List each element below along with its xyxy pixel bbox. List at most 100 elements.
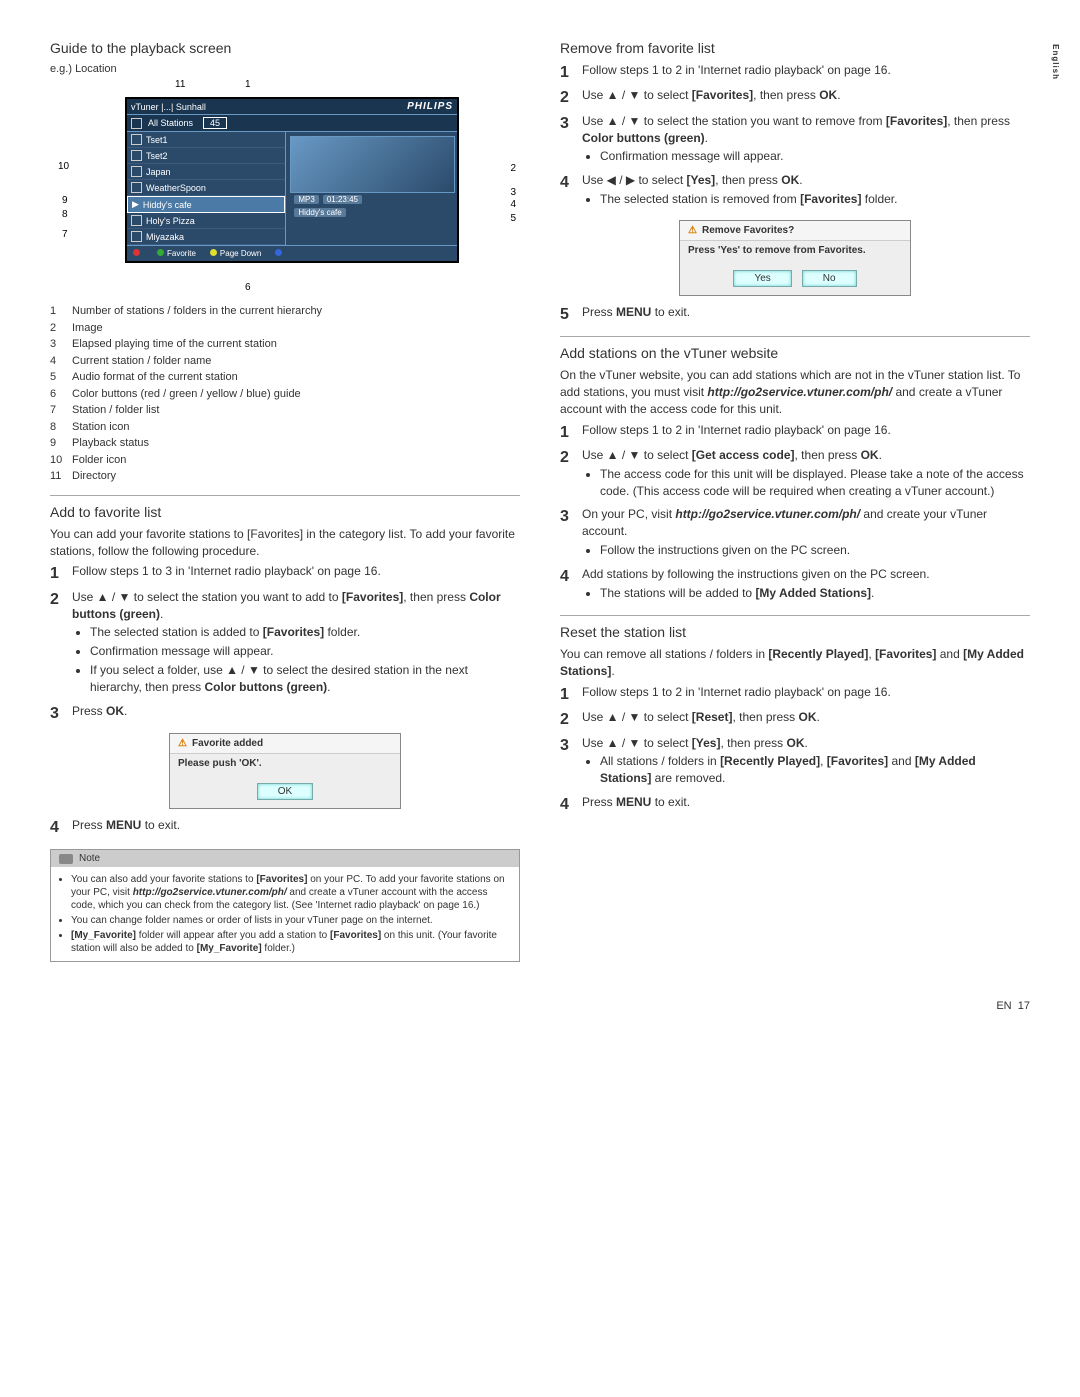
dialog-body: Press 'Yes' to remove from Favorites. [680, 241, 910, 264]
yes-button[interactable]: Yes [733, 270, 791, 287]
heading-remove: Remove from favorite list [560, 40, 1030, 56]
step-body: Use ◀ / ▶ to select [Yes], then press OK… [582, 172, 1030, 212]
note-icon [59, 854, 73, 864]
note-box: Note You can also add your favorite stat… [50, 849, 520, 962]
legend-row: 7Station / folder list [50, 402, 520, 419]
color-btn-blue [275, 249, 285, 258]
legend-row: 9Playback status [50, 435, 520, 452]
right-column: Remove from favorite list 1Follow steps … [560, 40, 1030, 972]
heading-guide: Guide to the playback screen [50, 40, 520, 56]
legend-row: 4Current station / folder name [50, 353, 520, 370]
dialog-body: Please push 'OK'. [170, 754, 400, 777]
left-column: Guide to the playback screen e.g.) Locat… [50, 40, 520, 972]
note-item: [My_Favorite] folder will appear after y… [71, 929, 511, 955]
step-number: 2 [560, 447, 582, 503]
list-item: Hiddy's cafe [143, 200, 192, 210]
step-body: Use ▲ / ▼ to select the station you want… [72, 589, 520, 700]
color-btn-yellow: Page Down [210, 249, 261, 258]
callout-3: 3 [510, 187, 516, 198]
list-item: Holy's Pizza [146, 216, 195, 226]
step-number: 3 [560, 113, 582, 169]
play-icon: ▶ [132, 199, 139, 210]
step-number: 3 [560, 735, 582, 791]
step-number: 3 [560, 506, 582, 562]
list-item: Miyazaka [146, 232, 184, 242]
step-body: Use ▲ / ▼ to select [Reset], then press … [582, 709, 1030, 731]
legend-row: 8Station icon [50, 419, 520, 436]
page-footer: EN 17 [996, 1000, 1030, 1012]
screen-callout-wrapper: 11 1 2 3 4 5 6 7 8 9 10 vTuner |...| Sun… [50, 81, 520, 295]
station-image [290, 136, 455, 193]
ok-button[interactable]: OK [257, 783, 313, 800]
callout-10: 10 [58, 161, 69, 172]
callout-2: 2 [510, 163, 516, 174]
folder-icon [131, 166, 142, 177]
legend-row: 6Color buttons (red / green / yellow / b… [50, 386, 520, 403]
dialog-title: Favorite added [192, 738, 263, 749]
warning-icon: ⚠ [688, 225, 697, 236]
step-body: Press MENU to exit. [582, 304, 1030, 326]
callout-8: 8 [62, 209, 68, 220]
list-item: Japan [146, 167, 171, 177]
step-number: 4 [50, 817, 72, 839]
legend-list: 1Number of stations / folders in the cur… [50, 303, 520, 485]
list-item: Tset1 [146, 135, 168, 145]
step-number: 1 [560, 684, 582, 706]
callout-1: 1 [245, 79, 251, 90]
step-number: 4 [560, 566, 582, 606]
eg-label: e.g.) Location [50, 62, 520, 77]
reset-intro: You can remove all stations / folders in… [560, 646, 1030, 680]
step-body: Press OK. [72, 703, 520, 725]
station-list: Tset1 Tset2 Japan WeatherSpoon ▶Hiddy's … [127, 132, 286, 245]
callout-9: 9 [62, 195, 68, 206]
step-number: 4 [560, 172, 582, 212]
callout-11: 11 [175, 79, 185, 90]
list-item: Tset2 [146, 151, 168, 161]
playback-screen-mock: vTuner |...| Sunhall PHILIPS All Station… [125, 97, 459, 263]
dialog-remove-favorites: ⚠Remove Favorites? Press 'Yes' to remove… [679, 220, 911, 296]
station-icon [131, 231, 142, 242]
legend-row: 3Elapsed playing time of the current sta… [50, 336, 520, 353]
callout-5: 5 [510, 213, 516, 224]
station-icon [131, 182, 142, 193]
step-body: Press MENU to exit. [582, 794, 1030, 816]
step-number: 2 [560, 709, 582, 731]
note-label: Note [79, 853, 100, 864]
color-btn-red [133, 249, 143, 258]
step-body: Follow steps 1 to 2 in 'Internet radio p… [582, 62, 1030, 84]
legend-row: 11Directory [50, 468, 520, 485]
addfav-intro: You can add your favorite stations to [F… [50, 526, 520, 560]
step-body: Press MENU to exit. [72, 817, 520, 839]
dialog-favorite-added: ⚠Favorite added Please push 'OK'. OK [169, 733, 401, 809]
step-number: 5 [560, 304, 582, 326]
folder-icon [131, 134, 142, 145]
folder-icon [131, 118, 142, 129]
station-icon [131, 215, 142, 226]
legend-row: 10Folder icon [50, 452, 520, 469]
breadcrumb: vTuner |...| Sunhall [131, 102, 206, 112]
now-playing-name: Hiddy's cafe [294, 208, 345, 217]
step-number: 1 [560, 422, 582, 444]
step-body: On your PC, visit http://go2service.vtun… [582, 506, 1030, 562]
step-body: Add stations by following the instructio… [582, 566, 1030, 606]
no-button[interactable]: No [802, 270, 857, 287]
step-body: Follow steps 1 to 3 in 'Internet radio p… [72, 563, 520, 585]
format-tag: MP3 [294, 195, 318, 204]
step-number: 1 [560, 62, 582, 84]
step-number: 4 [560, 794, 582, 816]
language-tab: English [1051, 44, 1060, 80]
legend-row: 1Number of stations / folders in the cur… [50, 303, 520, 320]
step-body: Follow steps 1 to 2 in 'Internet radio p… [582, 422, 1030, 444]
callout-6: 6 [245, 282, 251, 293]
philips-logo: PHILIPS [407, 101, 453, 112]
heading-reset: Reset the station list [560, 615, 1030, 640]
step-number: 1 [50, 563, 72, 585]
step-number: 3 [50, 703, 72, 725]
heading-vtuner: Add stations on the vTuner website [560, 336, 1030, 361]
legend-row: 5Audio format of the current station [50, 369, 520, 386]
step-number: 2 [50, 589, 72, 700]
note-item: You can also add your favorite stations … [71, 873, 511, 912]
step-number: 2 [560, 87, 582, 109]
step-body: Use ▲ / ▼ to select [Favorites], then pr… [582, 87, 1030, 109]
step-body: Use ▲ / ▼ to select [Get access code], t… [582, 447, 1030, 503]
